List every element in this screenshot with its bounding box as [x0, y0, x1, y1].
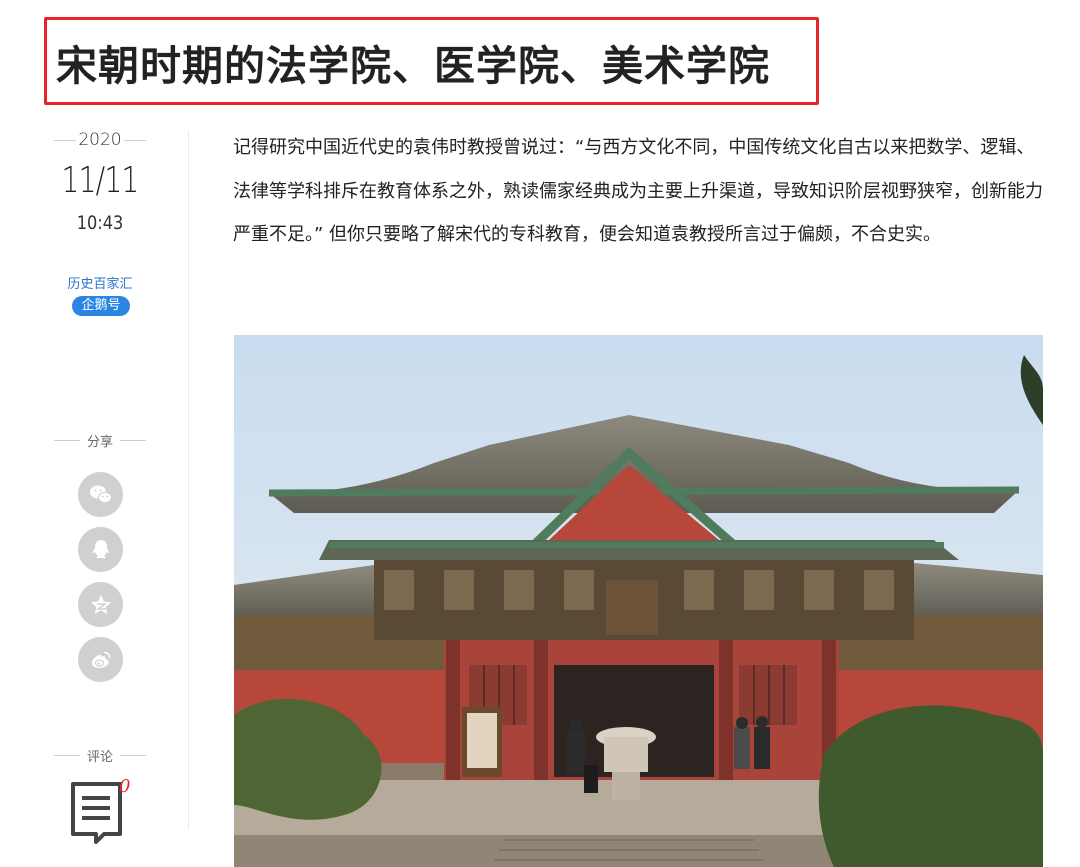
- divider-line: [120, 755, 146, 756]
- rail-divider: [188, 130, 189, 830]
- article-paragraph: 记得研究中国近代史的袁伟时教授曾说过：“与西方文化不同，中国传统文化自古以来把数…: [233, 137, 1043, 245]
- wechat-icon: [89, 485, 112, 503]
- publish-time: 10:43: [76, 212, 124, 234]
- source-link[interactable]: 历史百家汇: [50, 273, 150, 292]
- share-wechat-button[interactable]: [78, 472, 123, 517]
- weibo-icon: [91, 651, 110, 668]
- article-title: 宋朝时期的法学院、医学院、美术学院: [56, 42, 770, 90]
- qq-icon: [92, 539, 109, 558]
- share-qzone-button[interactable]: [78, 582, 123, 627]
- source-badge: 企鹅号: [72, 296, 130, 316]
- publish-date: 11/11: [61, 160, 139, 201]
- publish-year-row: 2020: [54, 130, 146, 150]
- share-qq-button[interactable]: [78, 527, 123, 572]
- share-header: 分享: [54, 431, 146, 450]
- article-photo: [234, 335, 1043, 867]
- divider-line: [120, 440, 146, 441]
- qzone-icon: [90, 594, 111, 614]
- divider-line: [124, 140, 146, 141]
- share-weibo-button[interactable]: [78, 637, 123, 682]
- comment-count: 0: [119, 776, 131, 797]
- comment-header: 评论: [54, 746, 146, 765]
- temple-photo-illustration: [234, 335, 1043, 867]
